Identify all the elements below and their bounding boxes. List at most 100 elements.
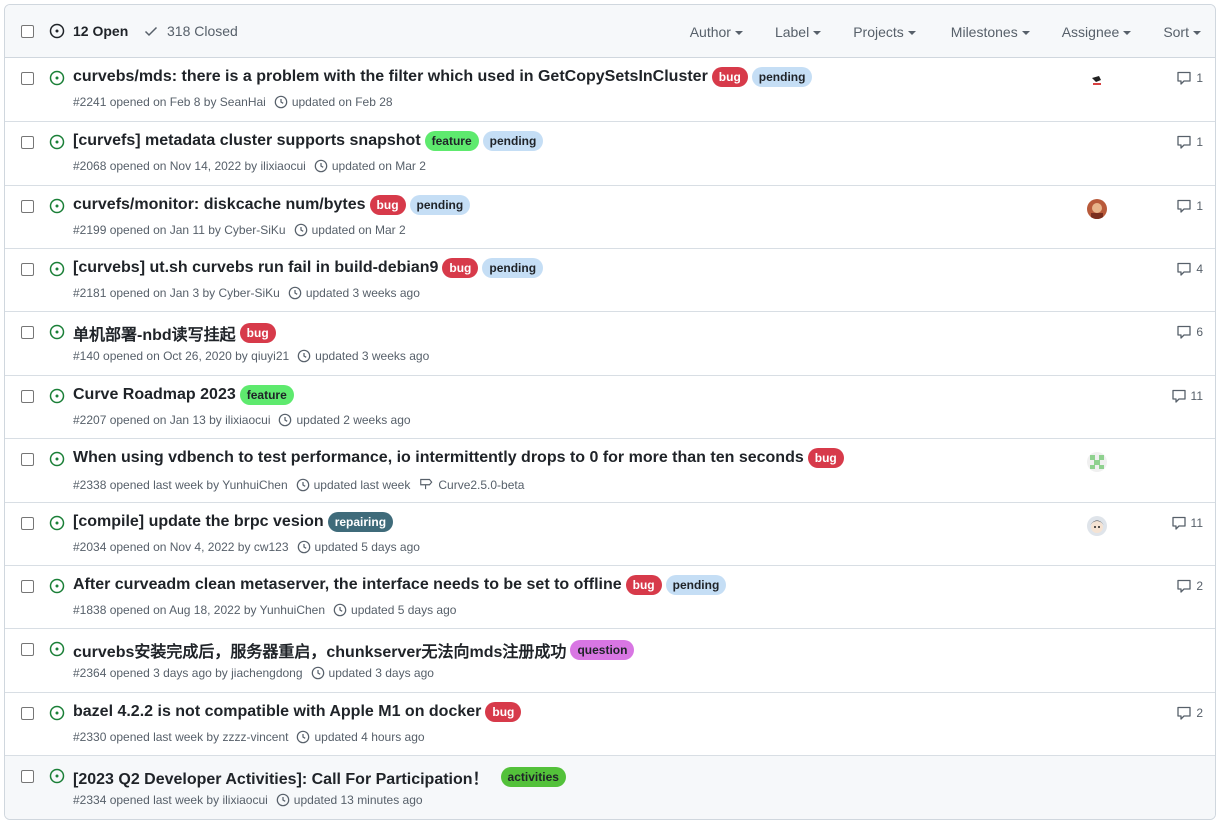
issue-row[interactable]: Curve Roadmap 2023 feature #2207 opened on…	[5, 376, 1215, 439]
issue-open-icon	[49, 324, 65, 345]
open-issues-tab[interactable]: 12 Open	[49, 23, 128, 39]
issue-meta: #1838 opened on Aug 18, 2022 by YunhuiCh…	[73, 603, 456, 617]
label-pending[interactable]: pending	[482, 258, 544, 278]
issue-checkbox[interactable]	[21, 770, 34, 783]
label-bug[interactable]: bug	[625, 575, 662, 595]
issue-title-link[interactable]: 单机部署-nbd读写挂起	[73, 321, 236, 345]
caret-down-icon	[907, 30, 916, 35]
filter-projects[interactable]: Projects	[853, 24, 916, 40]
assignee-avatar[interactable]	[1087, 199, 1107, 219]
select-all-checkbox[interactable]	[21, 25, 34, 38]
issue-title-link[interactable]: bazel 4.2.2 is not compatible with Apple…	[73, 703, 481, 721]
comments-link[interactable]: 11	[1171, 515, 1203, 531]
label-activities[interactable]: activities	[500, 767, 566, 787]
issue-checkbox[interactable]	[21, 263, 34, 276]
comment-count: 1	[1196, 135, 1203, 149]
closed-issues-tab[interactable]: 318 Closed	[143, 23, 238, 39]
issue-title-link[interactable]: When using vdbench to test performance, …	[73, 449, 804, 467]
assignee-avatar[interactable]	[1087, 71, 1107, 91]
clock-icon	[274, 95, 288, 109]
comment-icon	[1171, 388, 1191, 404]
clock-icon	[297, 540, 311, 554]
issue-checkbox[interactable]	[21, 643, 34, 656]
issue-row[interactable]: curvefs/monitor: diskcache num/bytes bug p…	[5, 186, 1215, 249]
issue-meta: #2207 opened on Jan 13 by ilixiaocui upda…	[73, 413, 411, 427]
comments-link[interactable]: 1	[1176, 70, 1203, 86]
issue-checkbox[interactable]	[21, 390, 34, 403]
issue-title-line: [compile] update the brpc vesion repairin…	[73, 512, 394, 532]
caret-down-icon	[734, 30, 743, 35]
issue-title-link[interactable]: [curvebs] ut.sh curvebs run fail in buil…	[73, 259, 438, 277]
issue-title-link[interactable]: After curveadm clean metaserver, the int…	[73, 576, 622, 594]
issue-title-line: After curveadm clean metaserver, the int…	[73, 575, 727, 595]
label-bug[interactable]: bug	[369, 195, 406, 215]
label-bug[interactable]: bug	[239, 323, 276, 343]
comment-count: 1	[1196, 71, 1203, 85]
label-pending[interactable]: pending	[751, 67, 813, 87]
issue-row[interactable]: When using vdbench to test performance, …	[5, 439, 1215, 503]
issue-updated: updated 3 days ago	[328, 666, 434, 680]
issue-row[interactable]: [compile] update the brpc vesion repairin…	[5, 503, 1215, 566]
issue-row[interactable]: [curvebs] ut.sh curvebs run fail in buil…	[5, 249, 1215, 312]
issue-checkbox[interactable]	[21, 72, 34, 85]
comments-link[interactable]: 4	[1176, 261, 1203, 277]
label-bug[interactable]: bug	[485, 702, 522, 722]
issue-title-link[interactable]: [curvefs] metadata cluster supports snap…	[73, 132, 421, 150]
comments-link[interactable]: 1	[1176, 134, 1203, 150]
filter-milestones[interactable]: Milestones	[951, 24, 1030, 40]
issue-checkbox[interactable]	[21, 453, 34, 466]
issue-checkbox[interactable]	[21, 326, 34, 339]
label-pending[interactable]: pending	[409, 195, 471, 215]
issue-checkbox[interactable]	[21, 200, 34, 213]
clock-icon	[296, 478, 310, 492]
label-bug[interactable]: bug	[442, 258, 479, 278]
issue-title-link[interactable]: curvebs安装完成后，服务器重启，chunkserver无法向mds注册成功	[73, 638, 566, 662]
issue-row[interactable]: 单机部署-nbd读写挂起 bug #140 opened on Oct 26, 20…	[5, 312, 1215, 376]
filter-author[interactable]: Author	[690, 24, 743, 40]
label-pending[interactable]: pending	[482, 131, 544, 151]
label-bug[interactable]: bug	[711, 67, 748, 87]
issue-row[interactable]: curvebs/mds: there is a problem with the…	[5, 58, 1215, 122]
issue-title-link[interactable]: curvefs/monitor: diskcache num/bytes	[73, 196, 366, 214]
issue-checkbox[interactable]	[21, 707, 34, 720]
closed-count-label: 318 Closed	[167, 23, 238, 39]
label-bug[interactable]: bug	[807, 448, 844, 468]
issue-open-icon	[49, 134, 65, 155]
issue-title-link[interactable]: Curve Roadmap 2023	[73, 386, 236, 404]
label-feature[interactable]: feature	[239, 385, 294, 405]
label-question[interactable]: question	[570, 640, 635, 660]
comments-link[interactable]: 1	[1176, 198, 1203, 214]
assignee-avatar[interactable]	[1087, 452, 1107, 472]
issue-updated: updated 2 weeks ago	[296, 413, 411, 427]
comments-link[interactable]: 11	[1171, 388, 1203, 404]
issue-row[interactable]: bazel 4.2.2 is not compatible with Apple…	[5, 693, 1215, 756]
issue-title-link[interactable]: [2023 Q2 Developer Activities]: Call For…	[73, 765, 489, 789]
filter-label[interactable]: Label	[775, 24, 822, 40]
issue-title-line: curvebs安装完成后，服务器重启，chunkserver无法向mds注册成功…	[73, 638, 635, 662]
issue-checkbox[interactable]	[21, 517, 34, 530]
label-repairing[interactable]: repairing	[327, 512, 394, 532]
filter-assignee[interactable]: Assignee	[1062, 24, 1132, 40]
issue-milestone[interactable]: Curve2.5.0-beta	[438, 478, 524, 492]
issue-row[interactable]: After curveadm clean metaserver, the int…	[5, 566, 1215, 629]
issue-title-line: curvefs/monitor: diskcache num/bytes bug p…	[73, 195, 471, 215]
label-feature[interactable]: feature	[424, 131, 479, 151]
comments-link[interactable]: 6	[1176, 324, 1203, 340]
comment-icon	[1176, 261, 1196, 277]
issue-title-line: [curvefs] metadata cluster supports snap…	[73, 131, 544, 151]
comments-link[interactable]: 2	[1176, 705, 1203, 721]
filter-bar: Author Label Projects Milestones Assigne…	[690, 5, 1215, 58]
issue-row[interactable]: curvebs安装完成后，服务器重启，chunkserver无法向mds注册成功…	[5, 629, 1215, 693]
issue-checkbox[interactable]	[21, 580, 34, 593]
filter-sort[interactable]: Sort	[1163, 24, 1201, 40]
assignee-avatar[interactable]	[1087, 516, 1107, 536]
issue-checkbox[interactable]	[21, 136, 34, 149]
issue-row[interactable]: [2023 Q2 Developer Activities]: Call For…	[5, 756, 1215, 819]
issue-updated: updated 5 days ago	[314, 540, 420, 554]
issue-row[interactable]: [curvefs] metadata cluster supports snap…	[5, 122, 1215, 186]
comment-icon	[1176, 578, 1196, 594]
issue-title-link[interactable]: curvebs/mds: there is a problem with the…	[73, 68, 708, 86]
comments-link[interactable]: 2	[1176, 578, 1203, 594]
label-pending[interactable]: pending	[665, 575, 727, 595]
issue-title-link[interactable]: [compile] update the brpc vesion	[73, 513, 324, 531]
